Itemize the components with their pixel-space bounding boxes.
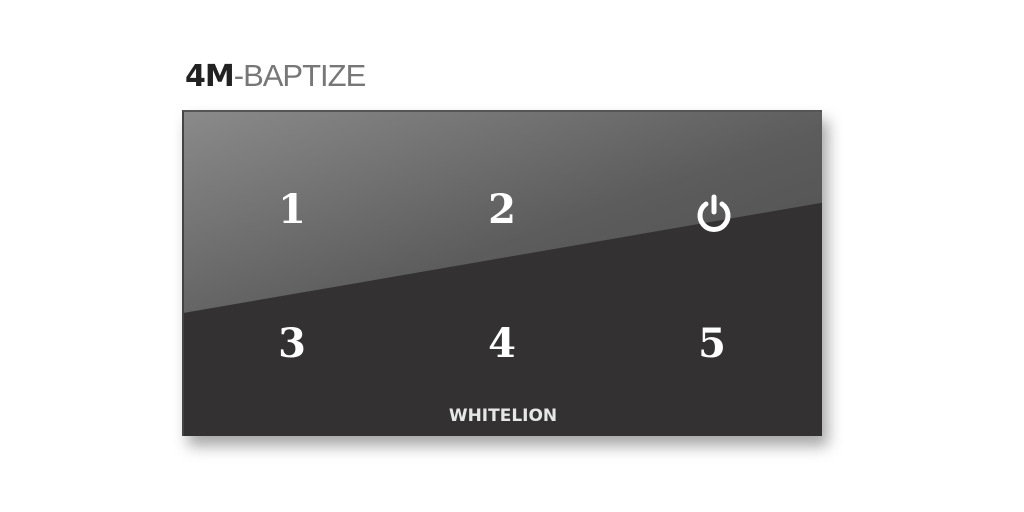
power-icon[interactable] (694, 194, 734, 234)
model-label: 4M (185, 59, 235, 94)
touch-key-3[interactable]: 3 (252, 320, 332, 367)
brand-logo: WHITELION (448, 406, 558, 426)
touch-key-4[interactable]: 4 (462, 320, 542, 367)
glass-glare (184, 112, 822, 313)
touch-switch-panel: 1 2 3 4 5 WHITELION (182, 110, 822, 436)
touch-key-2[interactable]: 2 (462, 186, 542, 233)
touch-key-5[interactable]: 5 (672, 320, 752, 367)
product-title: 4M-BAPTIZE (185, 58, 366, 94)
title-separator: - (233, 58, 244, 93)
touch-key-1[interactable]: 1 (252, 186, 332, 233)
series-label: BAPTIZE (243, 58, 366, 93)
